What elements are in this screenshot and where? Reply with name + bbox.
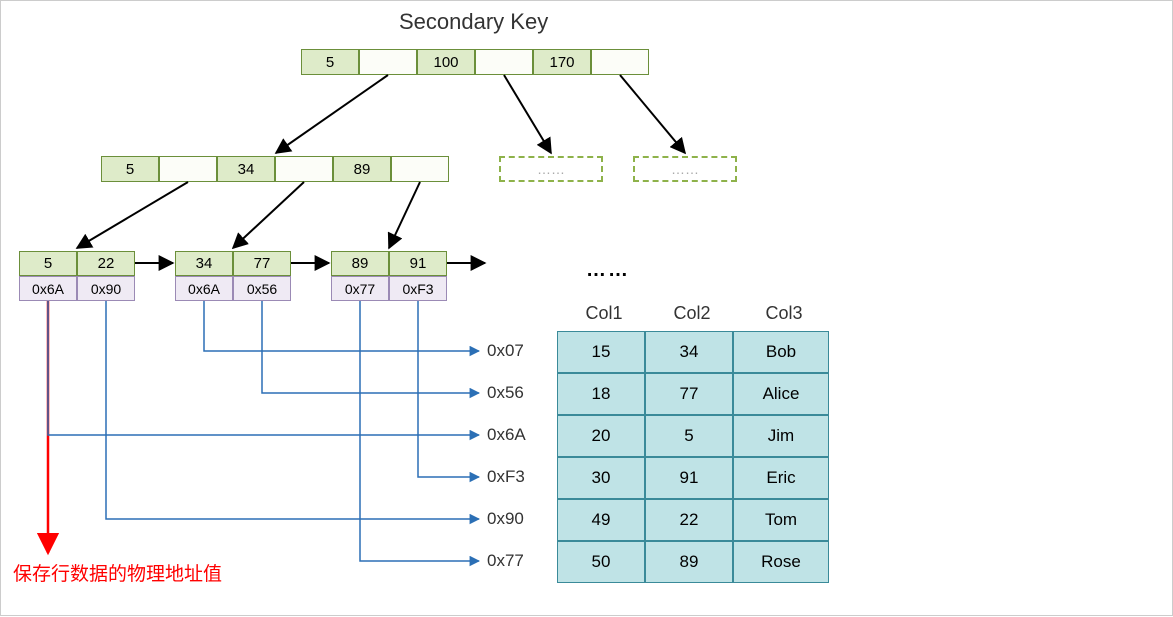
table-cell: 22 xyxy=(645,499,733,541)
mid-cell-2: 34 xyxy=(217,156,275,182)
table-cell: 34 xyxy=(645,331,733,373)
placeholder-node-1: …… xyxy=(499,156,603,182)
table-cell: 49 xyxy=(557,499,645,541)
row-addr-5: 0x77 xyxy=(487,551,524,571)
table-cell: Bob xyxy=(733,331,829,373)
table-header-col3: Col3 xyxy=(740,303,828,324)
leaf2-addr0: 0x77 xyxy=(331,276,389,301)
table-cell: Rose xyxy=(733,541,829,583)
table-cell: 20 xyxy=(557,415,645,457)
root-cell-0: 5 xyxy=(301,49,359,75)
table-header-col1: Col1 xyxy=(564,303,644,324)
table-cell: 5 xyxy=(645,415,733,457)
row-addr-0: 0x07 xyxy=(487,341,524,361)
root-cell-1 xyxy=(359,49,417,75)
table-header-col2: Col2 xyxy=(652,303,732,324)
leaf0-addr0: 0x6A xyxy=(19,276,77,301)
table-cell: 15 xyxy=(557,331,645,373)
leaf-ellipsis: …… xyxy=(586,259,630,282)
diagram-frame: Secondary Key 5 100 170 5 34 89 …… …… 5 … xyxy=(0,0,1173,616)
table-cell: Jim xyxy=(733,415,829,457)
red-annotation: 保存行数据的物理地址值 xyxy=(13,559,222,586)
leaf0-key1: 22 xyxy=(77,251,135,276)
row-addr-1: 0x56 xyxy=(487,383,524,403)
mid-cell-5 xyxy=(391,156,449,182)
table-cell: 91 xyxy=(645,457,733,499)
table-cell: 77 xyxy=(645,373,733,415)
mid-cell-1 xyxy=(159,156,217,182)
table-cell: 18 xyxy=(557,373,645,415)
leaf1-addr1: 0x56 xyxy=(233,276,291,301)
table-cell: 30 xyxy=(557,457,645,499)
table-cell: Eric xyxy=(733,457,829,499)
placeholder-node-2: …… xyxy=(633,156,737,182)
mid-cell-0: 5 xyxy=(101,156,159,182)
row-addr-2: 0x6A xyxy=(487,425,526,445)
root-cell-4: 170 xyxy=(533,49,591,75)
leaf1-key1: 77 xyxy=(233,251,291,276)
table-cell: 50 xyxy=(557,541,645,583)
leaf0-addr1: 0x90 xyxy=(77,276,135,301)
root-cell-5 xyxy=(591,49,649,75)
table-cell: Alice xyxy=(733,373,829,415)
mid-cell-4: 89 xyxy=(333,156,391,182)
leaf2-key1: 91 xyxy=(389,251,447,276)
leaf1-key0: 34 xyxy=(175,251,233,276)
root-cell-3 xyxy=(475,49,533,75)
leaf0-key0: 5 xyxy=(19,251,77,276)
mid-cell-3 xyxy=(275,156,333,182)
diagram-title: Secondary Key xyxy=(399,9,548,35)
leaf1-addr0: 0x6A xyxy=(175,276,233,301)
leaf2-key0: 89 xyxy=(331,251,389,276)
root-cell-2: 100 xyxy=(417,49,475,75)
row-addr-3: 0xF3 xyxy=(487,467,525,487)
table-cell: 89 xyxy=(645,541,733,583)
row-addr-4: 0x90 xyxy=(487,509,524,529)
leaf2-addr1: 0xF3 xyxy=(389,276,447,301)
table-cell: Tom xyxy=(733,499,829,541)
